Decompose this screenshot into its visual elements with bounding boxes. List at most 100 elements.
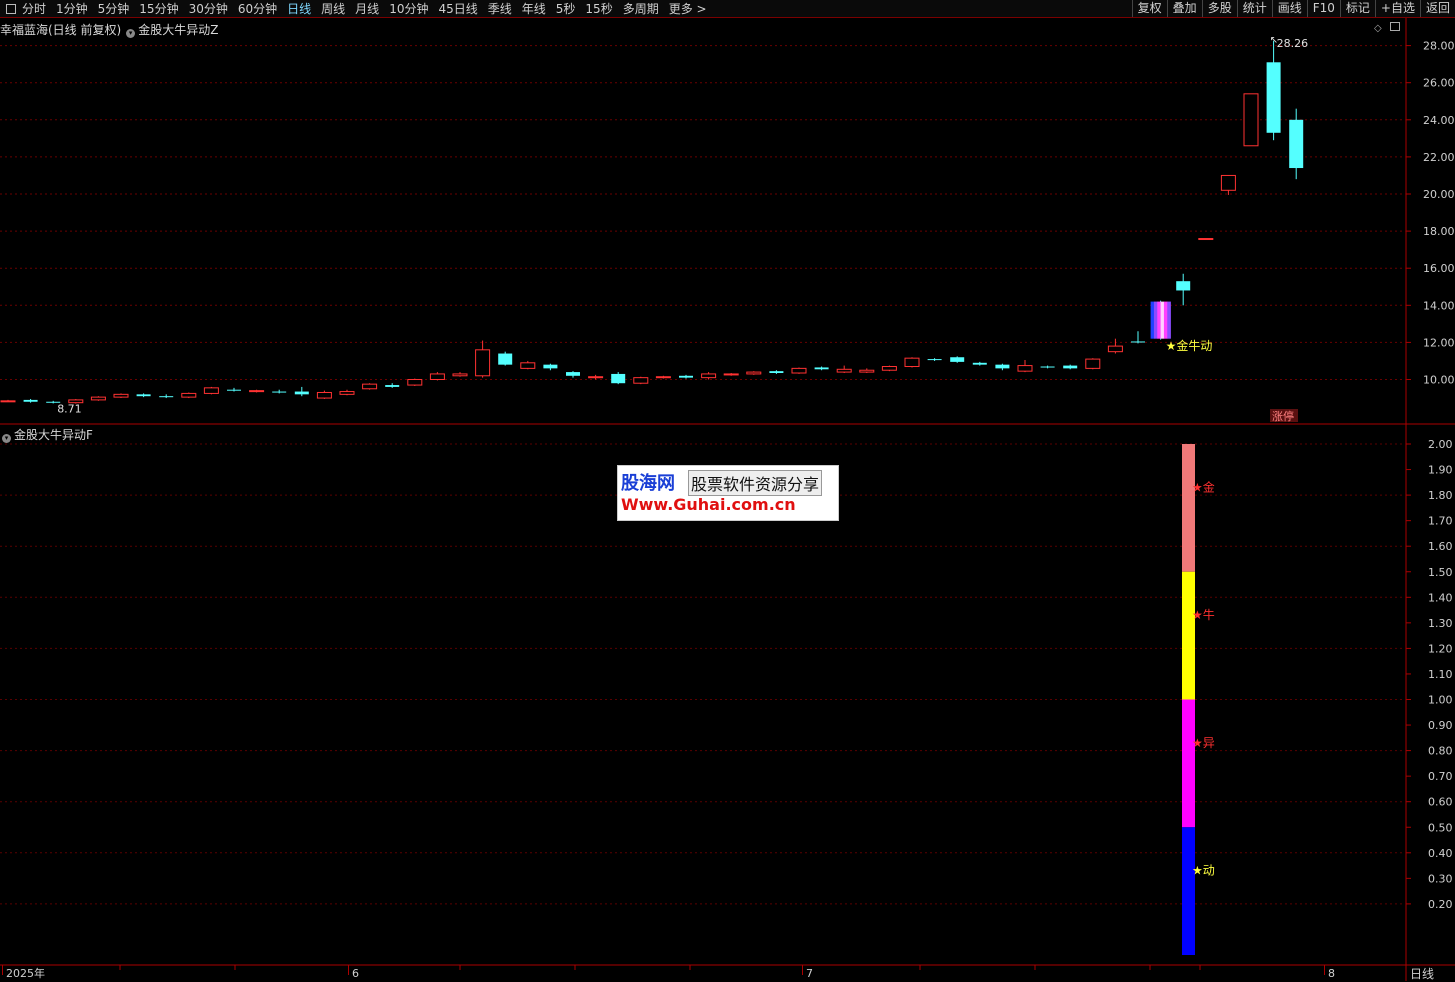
candle-body bbox=[1243, 93, 1259, 147]
y-tick-label: 26.00 bbox=[1423, 77, 1455, 90]
y-tick-label: 2.00 bbox=[1428, 438, 1453, 451]
y-tick-label: 1.90 bbox=[1428, 464, 1453, 477]
candle-body bbox=[1289, 119, 1304, 169]
y-tick-label: 1.70 bbox=[1428, 515, 1453, 528]
high-price-label: 28.26 bbox=[1277, 37, 1309, 50]
x-tick-label: 7 bbox=[806, 967, 813, 980]
y-tick-label: 0.80 bbox=[1428, 745, 1453, 758]
signal-candle-stripe bbox=[1153, 301, 1158, 339]
candle-body bbox=[316, 391, 332, 399]
candle-body bbox=[701, 373, 717, 379]
y-tick-label: 0.30 bbox=[1428, 872, 1453, 885]
candle-body bbox=[566, 372, 580, 376]
indicator-bar-label: ★异 bbox=[1192, 736, 1215, 750]
candle-body bbox=[407, 379, 423, 386]
candle-body bbox=[362, 383, 378, 390]
candle-body bbox=[904, 357, 920, 368]
indicator-bar bbox=[1182, 827, 1195, 955]
signal-candle-stripe bbox=[1150, 301, 1155, 339]
candle-body bbox=[249, 390, 265, 393]
indicator-bar-label: ★牛 bbox=[1192, 607, 1215, 622]
candle-body bbox=[588, 376, 604, 379]
y-tick-label: 1.40 bbox=[1428, 591, 1453, 604]
candle-body bbox=[995, 364, 1010, 369]
candle-body bbox=[972, 362, 987, 365]
y-tick-label: 10.00 bbox=[1423, 374, 1455, 387]
y-tick-label: 0.20 bbox=[1428, 898, 1453, 911]
watermark-url: Www.Guhai.com.cn bbox=[621, 495, 796, 514]
y-tick-label: 1.50 bbox=[1428, 566, 1453, 579]
y-tick-label: 14.00 bbox=[1423, 299, 1455, 312]
y-tick-label: 18.00 bbox=[1423, 225, 1455, 238]
watermark-tagline: 股票软件资源分享 bbox=[688, 470, 823, 496]
indicator-bar bbox=[1182, 699, 1195, 828]
signal-candle-stripe bbox=[1163, 301, 1168, 339]
signal-candle-stripe bbox=[1157, 301, 1161, 339]
candle-body bbox=[927, 359, 942, 361]
candle-body bbox=[1198, 238, 1214, 241]
candle-body bbox=[452, 373, 468, 377]
y-tick-label: 1.00 bbox=[1428, 694, 1453, 707]
candle-body bbox=[294, 391, 309, 395]
y-tick-label: 20.00 bbox=[1423, 188, 1455, 201]
candle-body bbox=[272, 391, 287, 393]
y-tick-label: 0.90 bbox=[1428, 719, 1453, 732]
candle-body bbox=[543, 364, 558, 369]
y-tick-label: 1.60 bbox=[1428, 540, 1453, 553]
y-tick-label: 1.10 bbox=[1428, 668, 1453, 681]
candle-body bbox=[723, 373, 739, 376]
candle-body bbox=[814, 367, 829, 370]
y-tick-label: 0.70 bbox=[1428, 770, 1453, 783]
candle-body bbox=[655, 376, 671, 379]
indicator-bar bbox=[1182, 444, 1195, 572]
candle-body bbox=[1085, 358, 1101, 369]
candle-body bbox=[339, 391, 355, 395]
candle-body bbox=[385, 385, 400, 387]
indicator-bar bbox=[1182, 571, 1195, 700]
candle-body bbox=[520, 362, 536, 369]
watermark: 股海网 股票软件资源分享 Www.Guhai.com.cn bbox=[617, 465, 839, 521]
candle-body bbox=[90, 396, 106, 401]
y-tick-label: 1.30 bbox=[1428, 617, 1453, 630]
candle-body bbox=[1220, 174, 1236, 191]
y-tick-label: 1.80 bbox=[1428, 489, 1453, 502]
candle-body bbox=[1176, 281, 1191, 291]
candle-body bbox=[881, 366, 897, 371]
candle-body bbox=[633, 377, 649, 384]
candle-body bbox=[746, 371, 762, 375]
y-tick-label: 0.60 bbox=[1428, 796, 1453, 809]
y-tick-label: 0.40 bbox=[1428, 847, 1453, 860]
candle-body bbox=[1266, 62, 1281, 133]
period-label[interactable]: 日线 bbox=[1410, 965, 1434, 982]
y-tick-label: 24.00 bbox=[1423, 114, 1455, 127]
y-tick-label: 28.00 bbox=[1423, 40, 1455, 53]
candle-body bbox=[475, 349, 491, 377]
x-tick-label: 2025年 bbox=[6, 966, 45, 980]
candle-body bbox=[429, 373, 445, 380]
candle-body bbox=[679, 375, 693, 378]
y-tick-label: 1.20 bbox=[1428, 642, 1453, 655]
x-tick-label: 6 bbox=[352, 967, 359, 980]
candle-body bbox=[1107, 345, 1123, 353]
y-tick-label: 16.00 bbox=[1423, 262, 1455, 275]
y-tick-label: 0.50 bbox=[1428, 821, 1453, 834]
indicator-bar-label: ★金 bbox=[1192, 479, 1215, 494]
limit-tag: 涨停 bbox=[1272, 409, 1294, 423]
candle-body bbox=[611, 373, 626, 384]
candle-body bbox=[769, 371, 784, 374]
candle-body bbox=[1131, 341, 1145, 343]
candle-body bbox=[0, 400, 16, 403]
candle-body bbox=[859, 369, 875, 373]
low-price-label: 8.71 bbox=[57, 402, 81, 415]
candle-body bbox=[203, 387, 219, 394]
candle-body bbox=[136, 394, 151, 397]
signal-candle-stripe bbox=[1160, 301, 1165, 339]
watermark-brand: 股海网 bbox=[621, 473, 675, 494]
y-tick-label: 12.00 bbox=[1423, 336, 1455, 349]
candle-body bbox=[1063, 365, 1078, 369]
candle-body bbox=[791, 367, 807, 374]
candle-body bbox=[1017, 365, 1033, 372]
candle-body bbox=[1040, 366, 1055, 368]
candle-body bbox=[227, 389, 241, 391]
candle-body bbox=[181, 392, 197, 398]
